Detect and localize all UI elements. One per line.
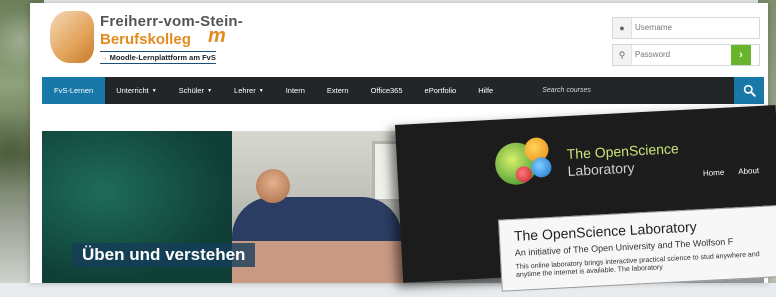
login-submit-button[interactable]: › xyxy=(731,45,751,65)
nav-item-fvs-lernen[interactable]: FvS-Lernen xyxy=(42,77,106,104)
user-icon: ● xyxy=(613,18,632,38)
chevron-down-icon: ▼ xyxy=(207,87,213,94)
login-form: ● ⚲ › xyxy=(612,17,762,71)
nav-item-label: Lehrer xyxy=(234,86,256,95)
chevron-down-icon: ▼ xyxy=(151,87,157,94)
openscience-lab-overlay: The OpenScience Laboratory Home About Th… xyxy=(395,105,776,292)
nav-item-lehrer[interactable]: Lehrer ▼ xyxy=(223,77,275,104)
openscience-nav: Home About xyxy=(703,166,760,178)
hero-caption: Üben und verstehen xyxy=(72,243,256,267)
logo-subtitle: Berufskolleg xyxy=(100,31,191,48)
openscience-title: The OpenScience xyxy=(566,140,680,163)
nav-item-label: Office365 xyxy=(370,86,403,95)
logo-mark: m xyxy=(208,25,226,47)
logo-portrait-icon xyxy=(50,11,94,63)
key-icon: ⚲ xyxy=(613,45,632,65)
nav-item-label: Unterricht xyxy=(116,86,149,95)
openscience-title-line2: Laboratory xyxy=(567,159,635,180)
nav-item-intern[interactable]: Intern xyxy=(275,77,316,104)
chevron-down-icon: ▼ xyxy=(258,87,264,94)
openscience-intro-card: The OpenScience Laboratory An initiative… xyxy=(498,204,776,292)
nav-item-label: Hilfe xyxy=(478,86,494,95)
nav-item-hilfe[interactable]: Hilfe xyxy=(467,77,504,104)
tagline-arrow-icon: → xyxy=(100,53,108,62)
nav-item-label: Extern xyxy=(326,86,349,95)
nav-item-label: ePortfolio xyxy=(424,86,457,95)
tagline-text: Moodle-Lernplattform am FvS xyxy=(109,53,216,62)
search-courses-input[interactable]: Search courses xyxy=(542,87,652,94)
nav-item-office365[interactable]: Office365 xyxy=(360,77,414,104)
hero-photo-student-head xyxy=(256,169,290,203)
nav-item-label: FvS-Lernen xyxy=(54,86,94,95)
nav-item-label: Intern xyxy=(285,86,305,95)
username-input[interactable] xyxy=(633,18,737,36)
search-button[interactable] xyxy=(734,77,764,104)
nav-item-extern[interactable]: Extern xyxy=(316,77,360,104)
openscience-nav-about[interactable]: About xyxy=(738,166,759,176)
nav-item-eportfolio[interactable]: ePortfolio xyxy=(414,77,468,104)
logo-tagline: → Moodle-Lernplattform am FvS xyxy=(100,51,216,64)
password-field-wrapper: ⚲ › xyxy=(612,44,760,66)
nav-item-unterricht[interactable]: Unterricht ▼ xyxy=(105,77,167,104)
username-field-wrapper: ● xyxy=(612,17,760,39)
main-navigation: FvS-Lernen Unterricht ▼ Schüler ▼ Lehrer… xyxy=(42,77,764,104)
site-logo[interactable]: Freiherr-vom-Stein- Berufskolleg m → Moo… xyxy=(50,11,250,66)
password-input[interactable] xyxy=(633,45,737,63)
openscience-logo-icon xyxy=(494,133,559,188)
nav-item-schueler[interactable]: Schüler ▼ xyxy=(168,77,223,104)
openscience-nav-home[interactable]: Home xyxy=(703,168,725,178)
search-icon xyxy=(743,84,756,97)
nav-item-label: Schüler xyxy=(178,86,205,95)
